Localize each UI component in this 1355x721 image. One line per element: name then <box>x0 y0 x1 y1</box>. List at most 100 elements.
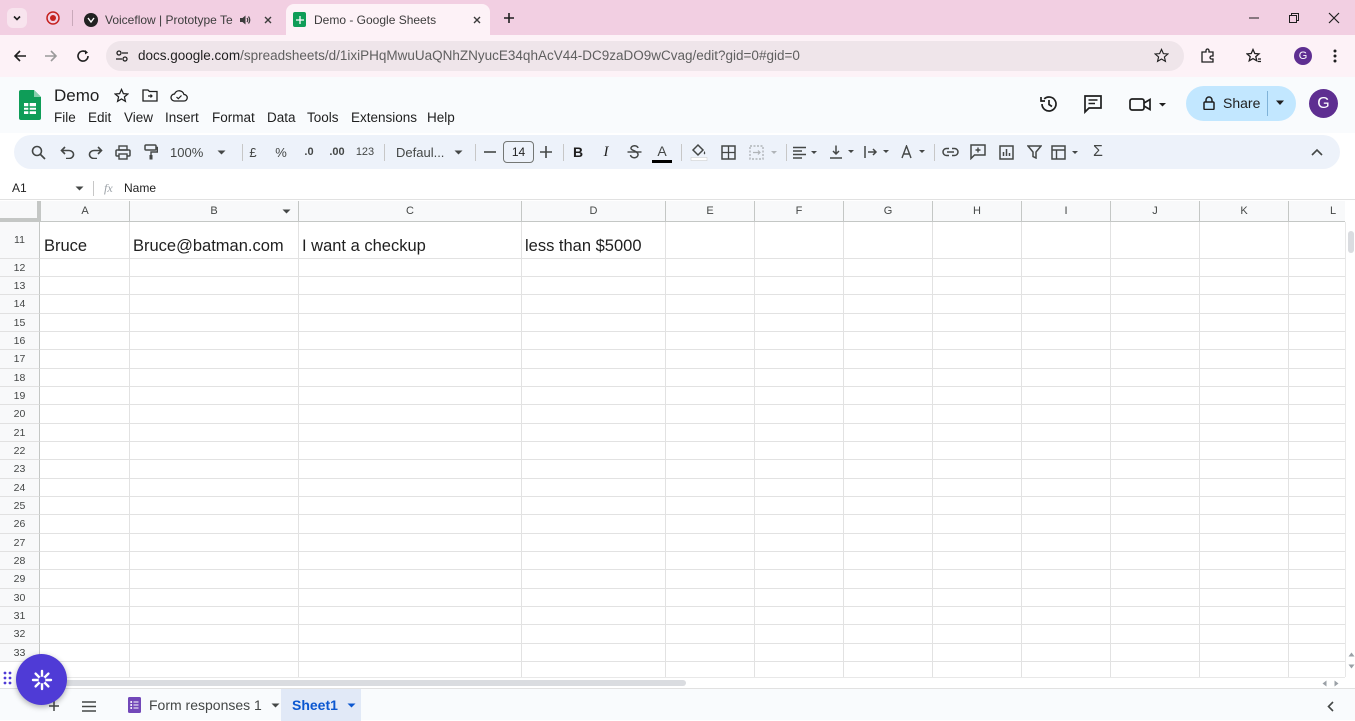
row-header-26[interactable]: 26 <box>0 515 40 534</box>
bold-button[interactable]: B <box>570 135 586 169</box>
minimize-button[interactable] <box>1244 8 1264 28</box>
drag-handle-icon[interactable] <box>3 671 13 685</box>
spreadsheet-grid[interactable]: A B C D E F G H I J K L 11 12 13 14 15 1… <box>0 201 1345 677</box>
vertical-scrollbar[interactable] <box>1345 222 1355 677</box>
row-header-30[interactable]: 30 <box>0 589 40 607</box>
tab-voiceflow[interactable]: Voiceflow | Prototype Testing <box>78 4 284 35</box>
column-header-j[interactable]: J <box>1111 201 1200 222</box>
cell-a11[interactable]: Bruce <box>44 237 87 256</box>
horizontal-scroll-thumb[interactable] <box>60 680 686 686</box>
horizontal-scrollbar[interactable] <box>40 677 1345 688</box>
row-header-32[interactable]: 32 <box>0 625 40 644</box>
row-header-19[interactable]: 19 <box>0 387 40 405</box>
tab-demo-sheets[interactable]: Demo - Google Sheets <box>286 4 490 35</box>
menu-extensions[interactable]: Extensions <box>351 110 417 125</box>
sheets-logo-icon[interactable] <box>19 90 41 120</box>
scroll-up-icon[interactable] <box>1348 652 1355 657</box>
restore-button[interactable] <box>1284 8 1304 28</box>
row-header-13[interactable]: 13 <box>0 277 40 295</box>
column-header-d[interactable]: D <box>522 201 666 222</box>
assistant-floating-button[interactable] <box>16 654 67 705</box>
cloud-saved-icon[interactable] <box>170 89 188 102</box>
row-header-17[interactable]: 17 <box>0 350 40 369</box>
column-header-f[interactable]: F <box>755 201 844 222</box>
row-header-18[interactable]: 18 <box>0 369 40 387</box>
borders-icon[interactable] <box>718 135 738 169</box>
row-header-20[interactable]: 20 <box>0 405 40 424</box>
zoom-select[interactable]: 100% <box>170 135 234 169</box>
address-bar[interactable]: docs.google.com/spreadsheets/d/1ixiPHqMw… <box>106 41 1184 71</box>
more-formats-button[interactable]: 123 <box>354 135 376 169</box>
cell-d11[interactable]: less than $5000 <box>525 237 642 256</box>
doc-title[interactable]: Demo <box>54 86 99 106</box>
column-header-b[interactable]: B <box>130 201 299 222</box>
font-select[interactable]: Defaul... <box>396 135 466 169</box>
side-panel-toggle[interactable] <box>1322 698 1338 714</box>
redo-icon[interactable] <box>85 135 105 169</box>
scroll-left-icon[interactable] <box>1322 680 1327 687</box>
forward-button[interactable] <box>41 46 61 66</box>
account-avatar[interactable]: G <box>1309 89 1338 118</box>
row-header-21[interactable]: 21 <box>0 424 40 442</box>
strikethrough-icon[interactable] <box>625 135 643 169</box>
increase-decimal-button[interactable]: .00 <box>326 135 348 169</box>
vertical-align-icon[interactable] <box>828 135 858 169</box>
row-header-11[interactable]: 11 <box>0 222 40 259</box>
vertical-scroll-thumb[interactable] <box>1348 231 1354 253</box>
functions-button[interactable]: Σ <box>1090 135 1106 169</box>
speaker-icon[interactable] <box>239 14 251 26</box>
caret-down-icon[interactable] <box>282 209 291 214</box>
close-icon[interactable] <box>472 15 482 25</box>
insert-comment-icon[interactable] <box>968 135 988 169</box>
decrease-font-size-icon[interactable] <box>482 135 498 169</box>
bookmark-star-icon[interactable] <box>1154 48 1169 63</box>
reload-button[interactable] <box>73 46 93 66</box>
column-header-e[interactable]: E <box>666 201 755 222</box>
cell-c11[interactable]: I want a checkup <box>302 237 426 256</box>
meet-button[interactable] <box>1128 93 1170 115</box>
text-rotation-icon[interactable] <box>899 135 929 169</box>
name-box[interactable]: A1 <box>0 177 92 199</box>
horizontal-align-icon[interactable] <box>791 135 821 169</box>
paint-format-icon[interactable] <box>141 135 161 169</box>
filter-icon[interactable] <box>1024 135 1044 169</box>
increase-font-size-icon[interactable] <box>538 135 554 169</box>
row-header-15[interactable]: 15 <box>0 314 40 332</box>
menu-tools[interactable]: Tools <box>307 110 339 125</box>
menu-file[interactable]: File <box>54 110 76 125</box>
column-header-c[interactable]: C <box>299 201 522 222</box>
menu-view[interactable]: View <box>124 110 153 125</box>
column-header-l[interactable]: L <box>1289 201 1345 222</box>
row-header-25[interactable]: 25 <box>0 497 40 515</box>
search-menus-icon[interactable] <box>28 135 48 169</box>
percent-format-button[interactable]: % <box>273 135 289 169</box>
font-size-input[interactable]: 14 <box>503 141 534 163</box>
site-info-icon[interactable] <box>115 49 129 63</box>
insert-chart-icon[interactable] <box>996 135 1016 169</box>
comments-icon[interactable] <box>1082 93 1104 115</box>
bookmarks-button[interactable] <box>1244 46 1264 66</box>
star-icon[interactable] <box>114 88 129 103</box>
close-icon[interactable] <box>263 15 273 25</box>
row-header-31[interactable]: 31 <box>0 607 40 625</box>
move-folder-icon[interactable] <box>142 89 158 102</box>
browser-menu-button[interactable] <box>1328 46 1342 66</box>
select-all-corner[interactable] <box>0 201 41 222</box>
fill-color-icon[interactable] <box>688 135 710 169</box>
collapse-toolbar-icon[interactable] <box>1307 135 1327 169</box>
column-header-h[interactable]: H <box>933 201 1022 222</box>
undo-icon[interactable] <box>57 135 77 169</box>
version-history-icon[interactable] <box>1038 93 1060 115</box>
caret-down-icon[interactable] <box>1275 100 1285 106</box>
column-header-a[interactable]: A <box>41 201 130 222</box>
insert-link-icon[interactable] <box>940 135 960 169</box>
menu-edit[interactable]: Edit <box>88 110 111 125</box>
italic-button[interactable]: I <box>598 135 614 169</box>
text-wrapping-icon[interactable] <box>863 135 893 169</box>
merge-cells-icon[interactable] <box>747 135 781 169</box>
column-header-g[interactable]: G <box>844 201 933 222</box>
tab-search-button[interactable] <box>7 8 27 28</box>
row-header-22[interactable]: 22 <box>0 442 40 460</box>
caret-down-icon[interactable] <box>347 703 356 708</box>
close-window-button[interactable] <box>1324 8 1344 28</box>
